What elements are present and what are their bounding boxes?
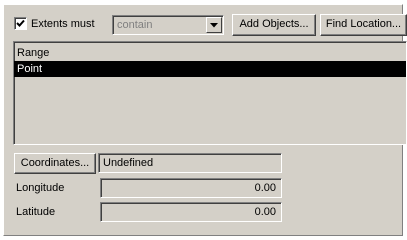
extents-mode-value: contain — [117, 19, 153, 31]
chevron-down-icon — [210, 23, 218, 28]
coordinates-field: Undefined — [98, 153, 282, 173]
latitude-label: Latitude — [16, 206, 56, 218]
latitude-field[interactable]: 0.00 — [100, 202, 282, 222]
geometry-type-list[interactable]: Range Point — [13, 41, 407, 145]
list-item-range[interactable]: Range — [14, 45, 406, 61]
coordinates-button[interactable]: Coordinates... — [14, 153, 96, 174]
dropdown-button[interactable] — [206, 17, 222, 33]
find-location-button[interactable]: Find Location... — [320, 14, 407, 36]
extents-checkbox-label: Extents must — [31, 18, 95, 30]
longitude-field[interactable]: 0.00 — [100, 178, 282, 198]
longitude-label: Longitude — [16, 182, 65, 194]
extents-panel: Extents must contain Add Objects... Find… — [3, 4, 407, 236]
extents-checkbox[interactable] — [14, 17, 27, 30]
extents-mode-select[interactable]: contain — [112, 15, 224, 35]
add-objects-button[interactable]: Add Objects... — [232, 14, 316, 36]
check-icon — [16, 19, 25, 27]
list-item-point[interactable]: Point — [14, 61, 406, 77]
